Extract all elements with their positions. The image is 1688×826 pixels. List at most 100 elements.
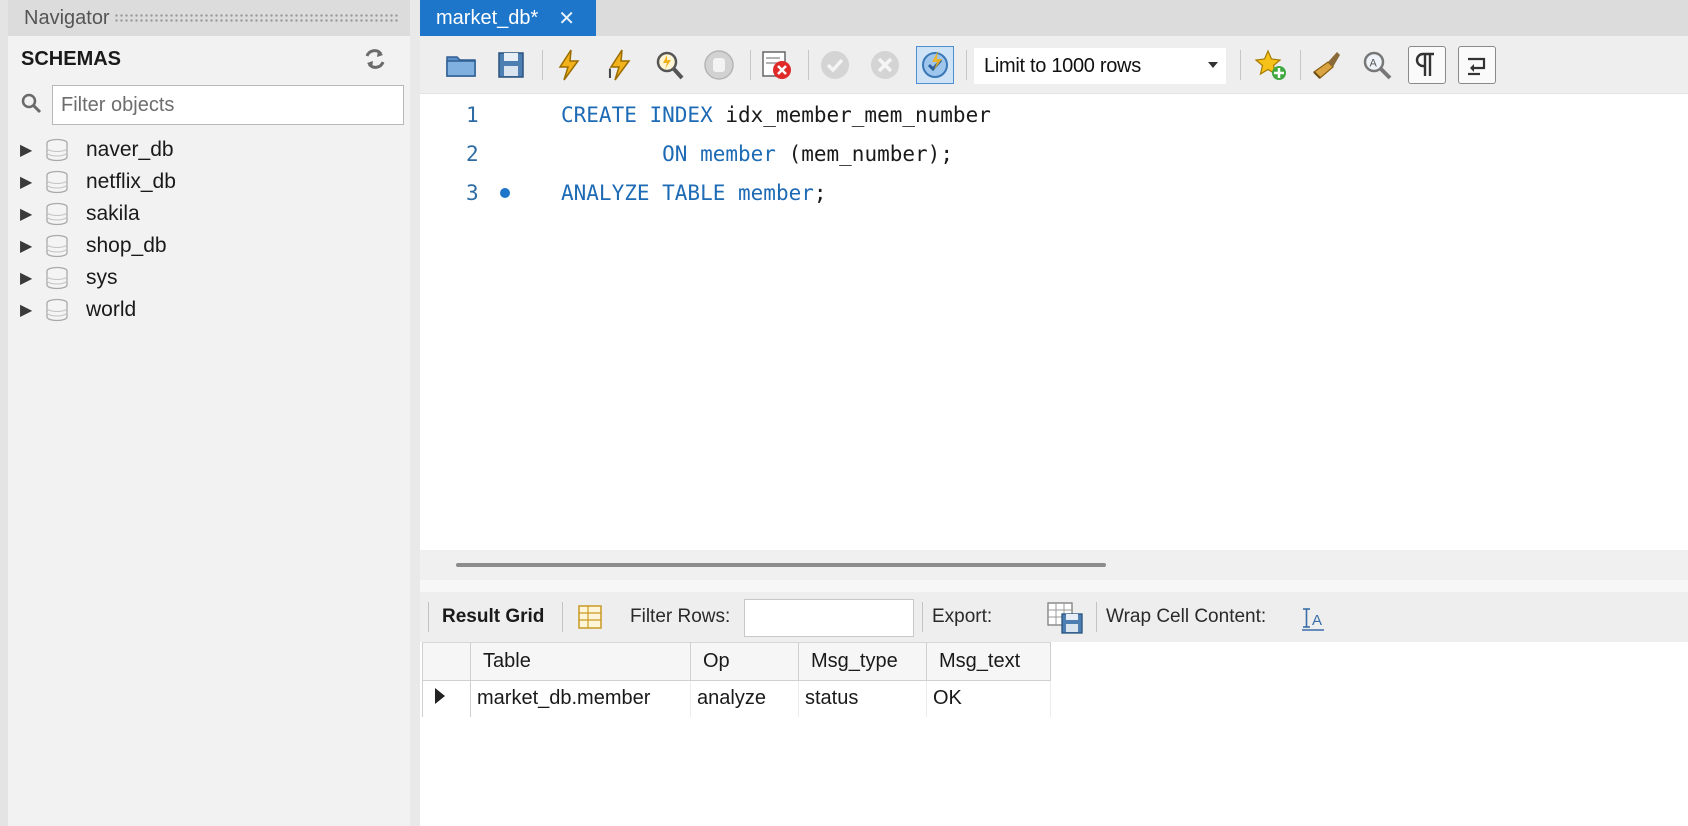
invisible-chars-toggle[interactable] xyxy=(1408,46,1446,84)
database-icon xyxy=(46,234,68,258)
explain-button[interactable] xyxy=(650,46,688,84)
svg-text:A: A xyxy=(1312,612,1322,629)
toggle-error-stop-icon xyxy=(762,51,791,79)
column-header-table[interactable]: Table xyxy=(470,642,691,681)
toolbar-separator xyxy=(542,50,543,80)
database-icon xyxy=(46,266,68,290)
wrap-cell-icon[interactable]: A xyxy=(1300,605,1326,631)
result-grid-tab[interactable]: Result Grid xyxy=(442,606,544,628)
stop-button[interactable] xyxy=(700,46,738,84)
result-toolbar: Result Grid Filter Rows: Export: Wrap Ce… xyxy=(420,592,1688,642)
toggle-error-stop-button[interactable] xyxy=(758,46,796,84)
auto-commit-icon xyxy=(922,51,948,78)
code-line-3: 3 ANALYZE TABLE member; xyxy=(420,173,1688,213)
line-number: 1 xyxy=(466,103,479,127)
stop-icon xyxy=(704,50,734,80)
editor-tab-bar: market_db* ✕ xyxy=(420,0,1688,36)
refresh-icon[interactable] xyxy=(362,47,388,71)
wrap-cell-content-label: Wrap Cell Content: xyxy=(1106,606,1267,627)
search-icon xyxy=(21,93,42,114)
current-row-icon[interactable] xyxy=(422,680,471,717)
navigator-pane: Navigator SCHEMAS ▶ naver_db ▶ netflix_db ▶ s… xyxy=(0,0,410,826)
result-table: Table Op Msg_type Msg_text market_db.mem… xyxy=(422,642,1051,717)
export-icon[interactable] xyxy=(1046,601,1084,635)
toolbar-separator xyxy=(428,602,429,632)
tab-label: market_db* xyxy=(436,6,539,29)
toolbar-separator xyxy=(1300,50,1301,80)
expand-arrow-icon[interactable]: ▶ xyxy=(20,172,42,192)
expand-arrow-icon[interactable]: ▶ xyxy=(20,236,42,256)
expand-arrow-icon[interactable]: ▶ xyxy=(20,300,42,320)
auto-commit-toggle[interactable] xyxy=(916,46,954,84)
save-button[interactable] xyxy=(492,46,530,84)
column-header-msg-type[interactable]: Msg_type xyxy=(798,642,927,681)
schema-item[interactable]: ▶ netflix_db xyxy=(20,166,176,198)
beautify-button[interactable] xyxy=(1308,46,1346,84)
table-cell[interactable]: status xyxy=(798,680,927,717)
execute-icon xyxy=(558,49,580,81)
schema-item[interactable]: ▶ world xyxy=(20,294,176,326)
column-header-msg-text[interactable]: Msg_text xyxy=(926,642,1051,681)
execute-button[interactable] xyxy=(550,46,588,84)
toolbar-separator xyxy=(750,50,751,80)
scrollbar-thumb[interactable] xyxy=(456,563,1106,567)
result-grid: Table Op Msg_type Msg_text market_db.mem… xyxy=(420,642,1688,826)
add-snippet-icon xyxy=(1254,49,1286,80)
table-row[interactable]: market_db.member analyze status OK xyxy=(422,680,1051,717)
toolbar-separator xyxy=(1240,50,1241,80)
commit-button[interactable] xyxy=(816,46,854,84)
rollback-button[interactable] xyxy=(866,46,904,84)
database-icon xyxy=(46,170,68,194)
statement-marker-icon xyxy=(500,188,510,198)
expand-arrow-icon[interactable]: ▶ xyxy=(20,204,42,224)
panel-divider[interactable] xyxy=(420,580,1688,592)
table-cell[interactable]: analyze xyxy=(690,680,799,717)
sql-editor[interactable]: 1 CREATE INDEX idx_member_mem_number 2 O… xyxy=(420,95,1688,550)
schema-item[interactable]: ▶ naver_db xyxy=(20,134,176,166)
schema-item[interactable]: ▶ sys xyxy=(20,262,176,294)
tab-market-db[interactable]: market_db* ✕ xyxy=(420,0,596,36)
add-snippet-button[interactable] xyxy=(1252,46,1290,84)
schema-item[interactable]: ▶ sakila xyxy=(20,198,176,230)
open-file-button[interactable] xyxy=(442,46,480,84)
rollback-icon xyxy=(871,51,899,79)
code-text: ON member (mem_number); xyxy=(561,142,953,166)
database-icon xyxy=(46,298,68,322)
limit-rows-select[interactable]: Limit to 1000 rows xyxy=(974,48,1226,84)
toolbar-separator xyxy=(562,602,563,632)
expand-arrow-icon[interactable]: ▶ xyxy=(20,268,42,288)
line-number: 2 xyxy=(466,142,479,166)
close-icon[interactable]: ✕ xyxy=(558,6,575,31)
table-cell[interactable]: market_db.member xyxy=(470,680,691,717)
toolbar-separator xyxy=(1096,602,1097,632)
code-text: ANALYZE TABLE member; xyxy=(561,181,827,205)
svg-text:I: I xyxy=(608,65,612,81)
execute-current-button[interactable]: I xyxy=(600,46,638,84)
schemas-panel: SCHEMAS ▶ naver_db ▶ netflix_db ▶ sakila ▶ shop… xyxy=(8,36,410,826)
code-line-2: 2 ON member (mem_number); xyxy=(420,134,1688,174)
navigator-edge xyxy=(0,0,8,826)
editor-horizontal-scrollbar[interactable] xyxy=(420,550,1688,580)
navigator-header[interactable]: Navigator xyxy=(8,0,410,36)
find-button[interactable]: A xyxy=(1358,46,1396,84)
form-editor-icon[interactable] xyxy=(576,603,604,631)
schema-tree: ▶ naver_db ▶ netflix_db ▶ sakila ▶ shop_db ▶ sys ▶… xyxy=(20,134,176,326)
open-file-icon xyxy=(446,56,476,77)
database-icon xyxy=(46,138,68,162)
execute-current-icon: I xyxy=(608,49,631,81)
schemas-title: SCHEMAS xyxy=(21,48,122,70)
filter-objects-input[interactable] xyxy=(52,85,404,125)
pane-splitter[interactable] xyxy=(410,0,420,826)
column-header-op[interactable]: Op xyxy=(690,642,799,681)
schema-item[interactable]: ▶ shop_db xyxy=(20,230,176,262)
svg-text:A: A xyxy=(1370,58,1378,70)
wrap-lines-toggle[interactable] xyxy=(1458,46,1496,84)
table-cell[interactable]: OK xyxy=(926,680,1051,717)
export-label: Export: xyxy=(932,606,993,627)
drag-grip[interactable] xyxy=(113,13,398,23)
expand-arrow-icon[interactable]: ▶ xyxy=(20,140,42,160)
schema-name: shop_db xyxy=(86,234,167,257)
toolbar-separator xyxy=(922,602,923,632)
schema-name: sakila xyxy=(86,202,140,225)
filter-rows-input[interactable] xyxy=(744,599,914,637)
